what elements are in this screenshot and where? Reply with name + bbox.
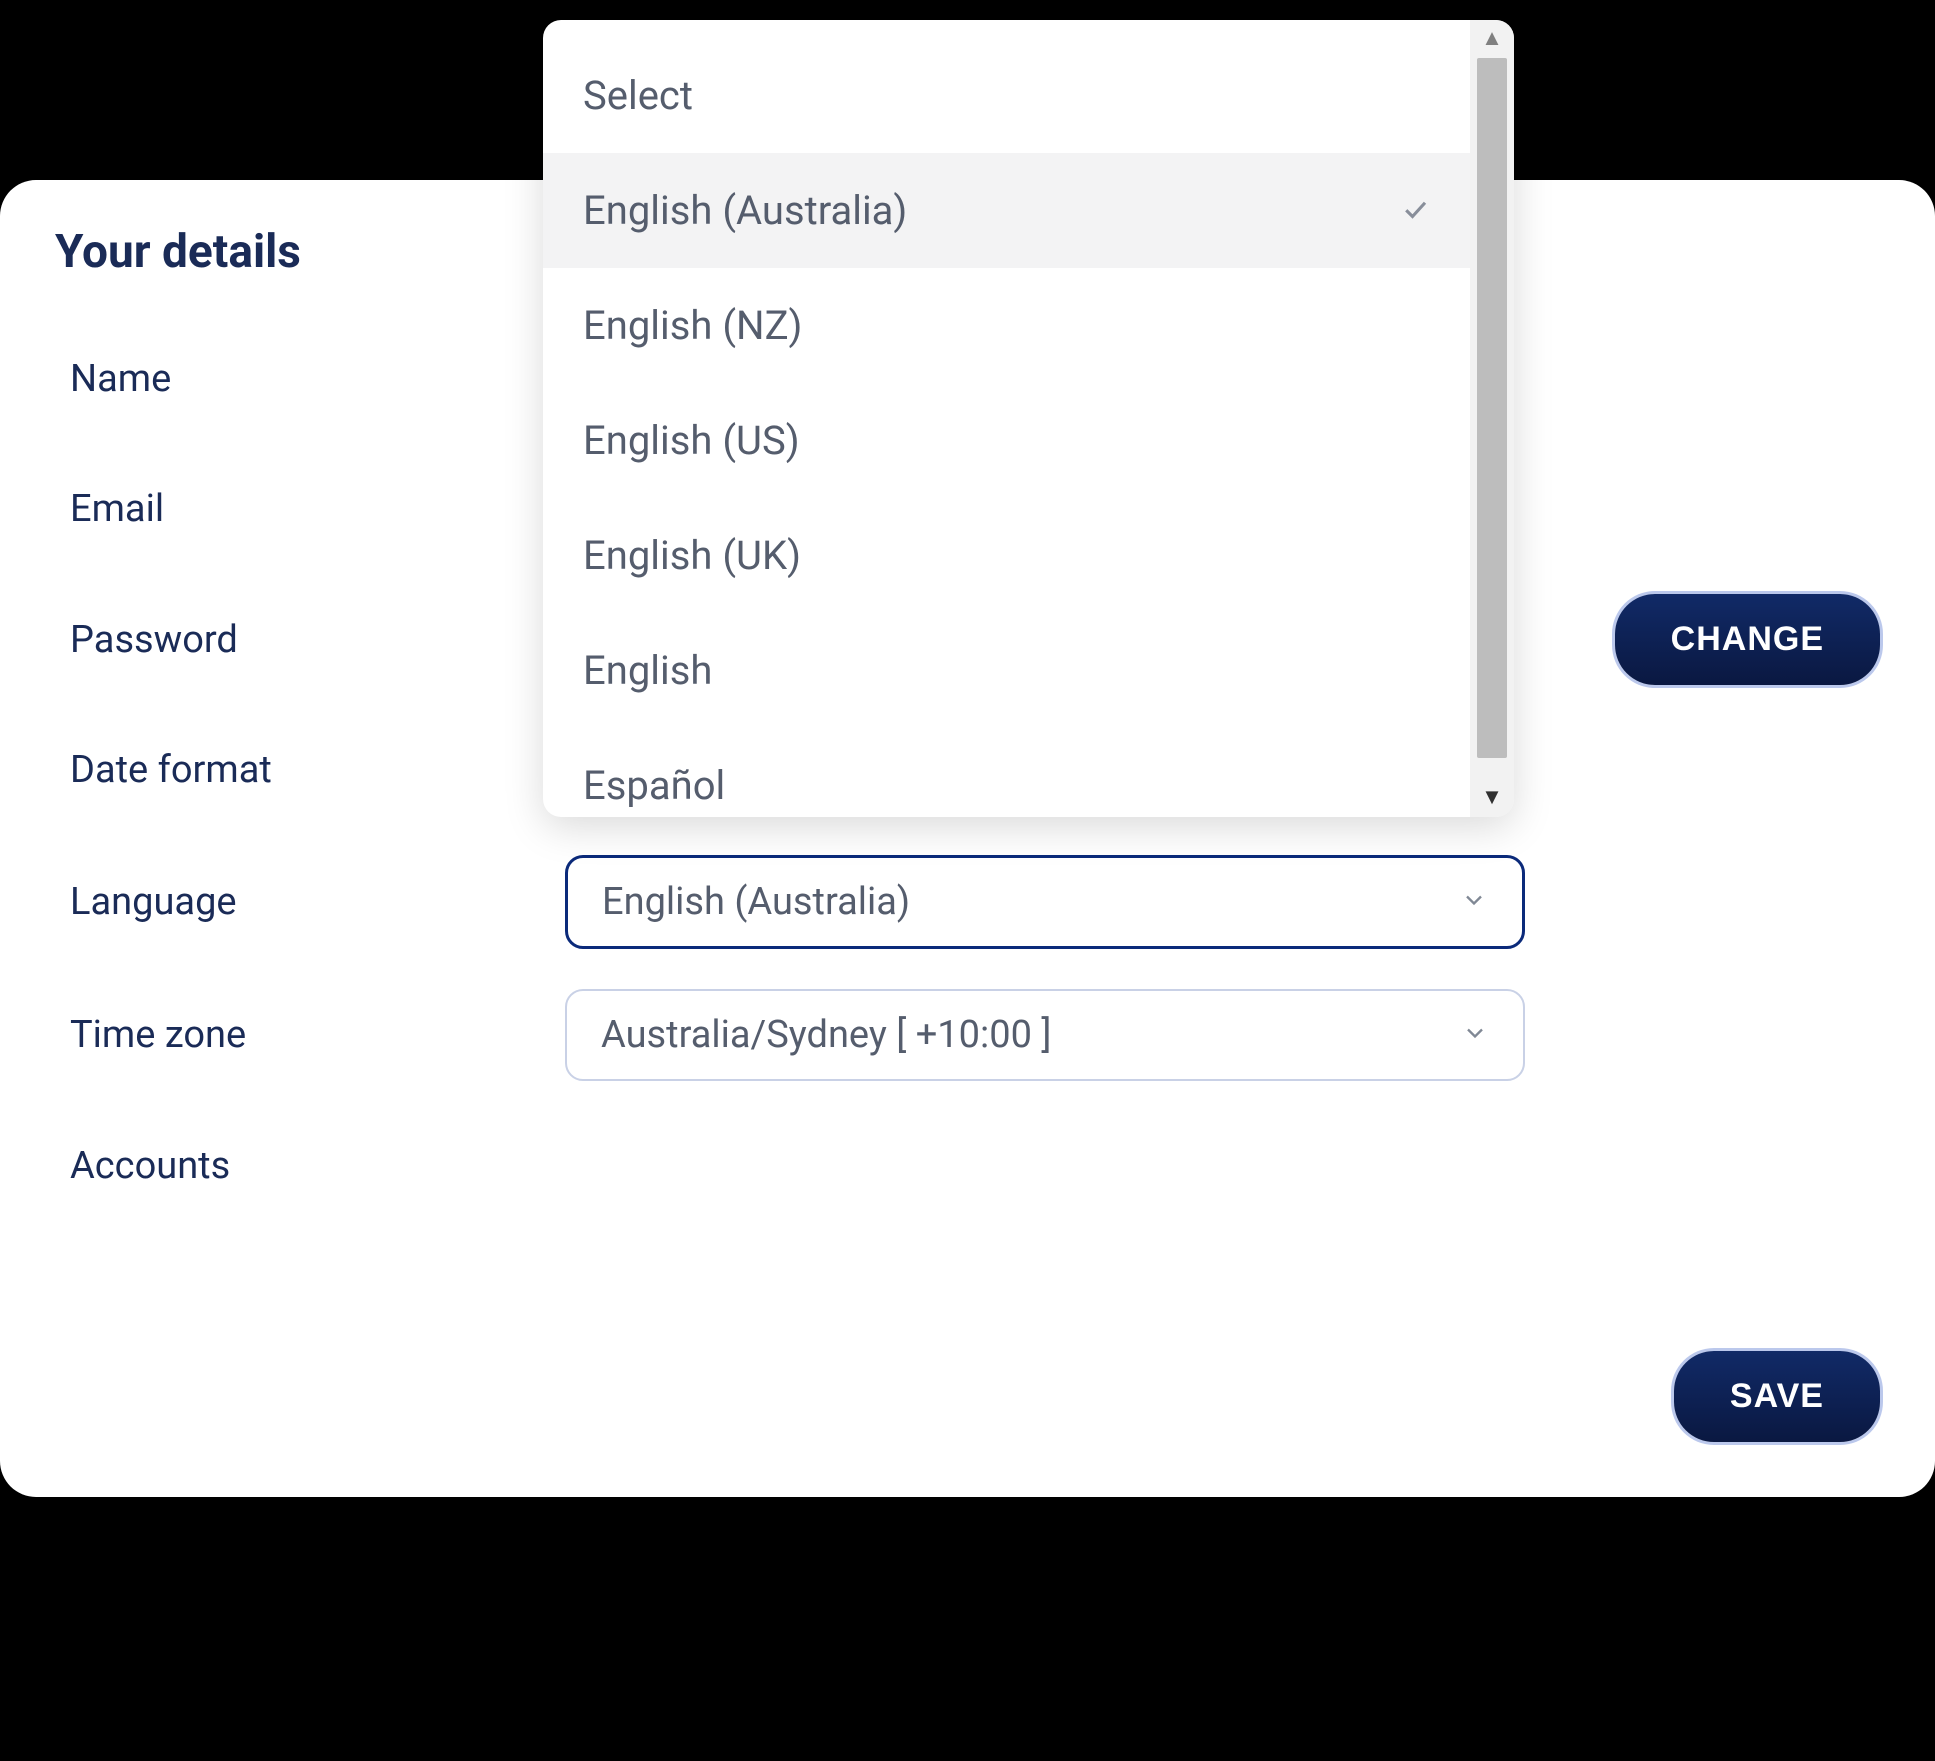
change-button[interactable]: CHANGE (1615, 594, 1880, 685)
language-select[interactable]: English (Australia) (565, 855, 1525, 949)
row-time-zone: Time zone Australia/Sydney [ +10:00 ] (55, 989, 1880, 1081)
dropdown-option-english-nz[interactable]: English (NZ) (543, 268, 1470, 383)
label-email: Email (55, 487, 565, 531)
label-language: Language (55, 880, 565, 924)
dropdown-option-label: Español (583, 762, 725, 809)
timezone-select[interactable]: Australia/Sydney [ +10:00 ] (565, 989, 1525, 1081)
dropdown-option-label: English (Australia) (583, 187, 907, 234)
dropdown-option-english-australia[interactable]: English (Australia) (543, 153, 1470, 268)
dropdown-option-label: English (NZ) (583, 302, 802, 349)
dropdown-list: Select English (Australia) English (NZ) … (543, 20, 1470, 817)
dropdown-option-english-us[interactable]: English (US) (543, 383, 1470, 498)
dropdown-option-english[interactable]: English (543, 613, 1470, 728)
language-select-value: English (Australia) (602, 880, 910, 924)
dropdown-placeholder-label: Select (583, 72, 693, 119)
row-accounts: Accounts (55, 1121, 1880, 1211)
dropdown-option-espanol[interactable]: Español (543, 728, 1470, 817)
row-language: Language English (Australia) (55, 855, 1880, 949)
scrollbar-thumb[interactable] (1477, 58, 1507, 758)
check-icon (1400, 187, 1430, 234)
scroll-up-icon[interactable]: ▲ (1481, 28, 1503, 50)
language-dropdown: Select English (Australia) English (NZ) … (543, 20, 1514, 817)
scroll-down-icon[interactable]: ▼ (1481, 787, 1503, 809)
dropdown-option-label: English (583, 647, 712, 694)
chevron-down-icon (1460, 880, 1488, 924)
label-password: Password (55, 618, 565, 662)
label-date-format: Date format (55, 748, 565, 792)
label-time-zone: Time zone (55, 1013, 565, 1057)
timezone-select-value: Australia/Sydney [ +10:00 ] (601, 1013, 1051, 1057)
dropdown-scrollbar[interactable]: ▲ ▼ (1470, 20, 1514, 817)
dropdown-option-english-uk[interactable]: English (UK) (543, 498, 1470, 613)
label-accounts: Accounts (55, 1144, 565, 1188)
dropdown-option-label: English (UK) (583, 532, 801, 579)
dropdown-option-label: English (US) (583, 417, 800, 464)
label-name: Name (55, 357, 565, 401)
save-button[interactable]: SAVE (1674, 1351, 1880, 1442)
save-row: SAVE (55, 1351, 1880, 1442)
dropdown-placeholder[interactable]: Select (543, 38, 1470, 153)
chevron-down-icon (1461, 1013, 1489, 1057)
